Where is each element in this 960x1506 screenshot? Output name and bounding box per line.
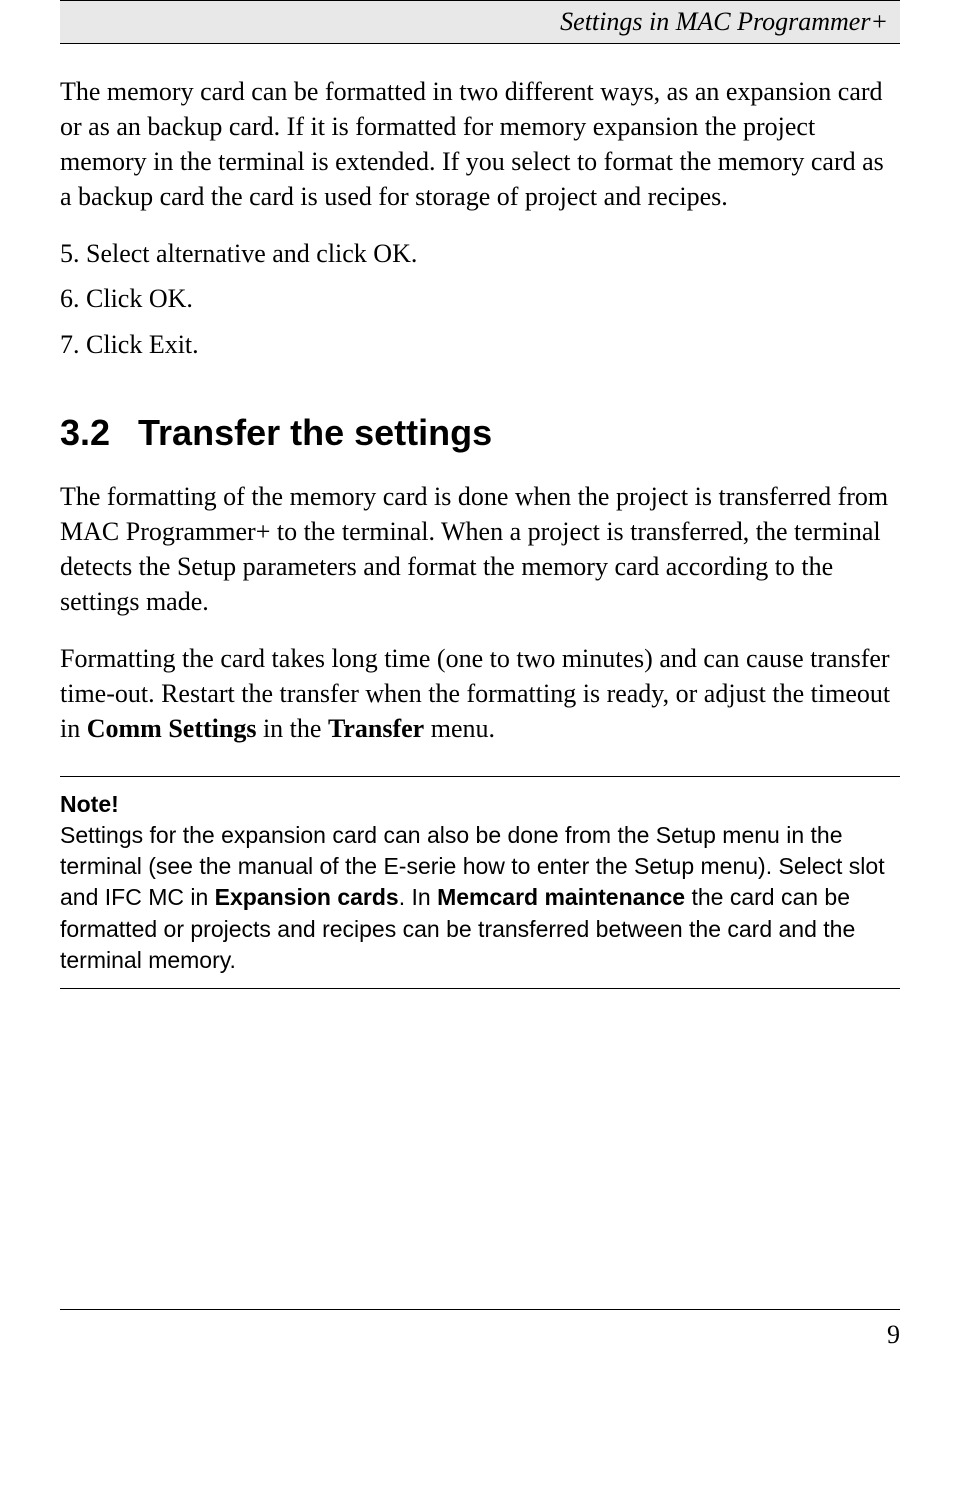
note-block: Note! Settings for the expansion card ca… <box>60 776 900 988</box>
page-footer: 9 <box>60 1309 900 1350</box>
note-bold-expansion-cards: Expansion cards <box>215 884 399 910</box>
p2-bold-transfer: Transfer <box>328 714 424 743</box>
section-heading: 3.2 Transfer the settings <box>60 412 900 454</box>
running-header: Settings in MAC Programmer+ <box>60 0 900 44</box>
note-bold-memcard: Memcard maintenance <box>437 884 685 910</box>
section-number: 3.2 <box>60 412 110 454</box>
note-text-2: . In <box>399 884 437 910</box>
p2-text-mid: in the <box>256 714 328 743</box>
step-6: 6. Click OK. <box>60 281 900 316</box>
page-number: 9 <box>887 1320 900 1349</box>
step-7: 7. Click Exit. <box>60 327 900 362</box>
p2-bold-comm-settings: Comm Settings <box>87 714 257 743</box>
section-paragraph-1: The formatting of the memory card is don… <box>60 479 900 619</box>
note-title: Note! <box>60 789 900 820</box>
intro-paragraph: The memory card can be formatted in two … <box>60 74 900 214</box>
page-container: Settings in MAC Programmer+ The memory c… <box>0 0 960 1390</box>
p2-text-post: menu. <box>424 714 495 743</box>
section-title: Transfer the settings <box>138 412 492 453</box>
step-5: 5. Select alternative and click OK. <box>60 236 900 271</box>
section-paragraph-2: Formatting the card takes long time (one… <box>60 641 900 746</box>
header-title: Settings in MAC Programmer+ <box>560 7 888 36</box>
